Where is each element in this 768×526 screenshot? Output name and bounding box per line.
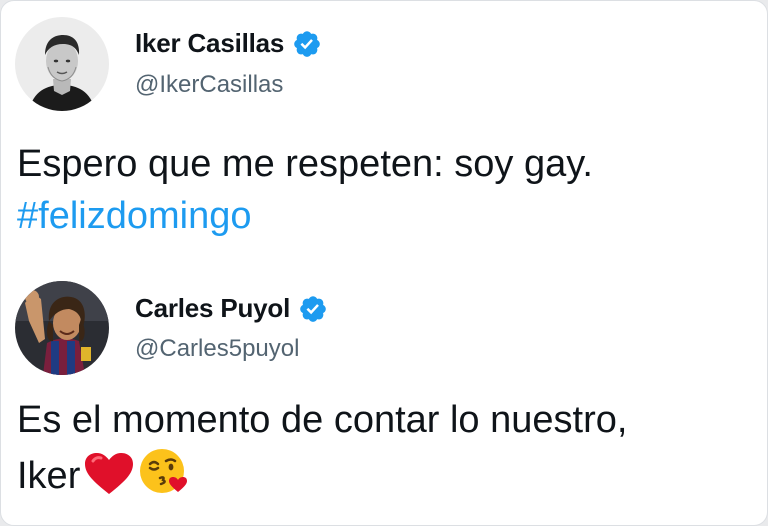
tweet-text-word: Iker xyxy=(17,455,81,497)
tweet-body: Es el momento de contar lo nuestro, Iker xyxy=(17,394,757,502)
verified-badge-icon xyxy=(292,29,322,59)
tweet-text-line: Espero que me respeten: soy gay. xyxy=(17,143,593,185)
author-name-row: Iker Casillas xyxy=(135,28,322,59)
face-blowing-kiss-icon xyxy=(138,446,188,496)
tweet-text-line: Es el momento de contar lo nuestro, xyxy=(17,399,628,441)
tweet-screenshot-card: Iker Casillas @IkerCasillas Espero que m… xyxy=(0,0,768,526)
author-display-name[interactable]: Iker Casillas xyxy=(135,28,284,59)
avatar-iker-casillas[interactable] xyxy=(15,17,109,111)
tweet-body: Espero que me respeten: soy gay. #felizd… xyxy=(17,138,757,242)
avatar-carles-puyol[interactable] xyxy=(15,281,109,375)
red-heart-icon xyxy=(84,452,134,496)
verified-badge-icon xyxy=(298,294,328,324)
author-handle[interactable]: @Carles5puyol xyxy=(135,335,299,363)
avatar-portrait-image xyxy=(15,17,109,111)
author-display-name[interactable]: Carles Puyol xyxy=(135,293,290,324)
tweet-text-line-2: Iker xyxy=(17,446,757,502)
author-name-row: Carles Puyol xyxy=(135,293,328,324)
author-handle[interactable]: @IkerCasillas xyxy=(135,71,283,99)
hashtag-link[interactable]: #felizdomingo xyxy=(17,190,757,242)
avatar-portrait-image xyxy=(15,281,109,375)
